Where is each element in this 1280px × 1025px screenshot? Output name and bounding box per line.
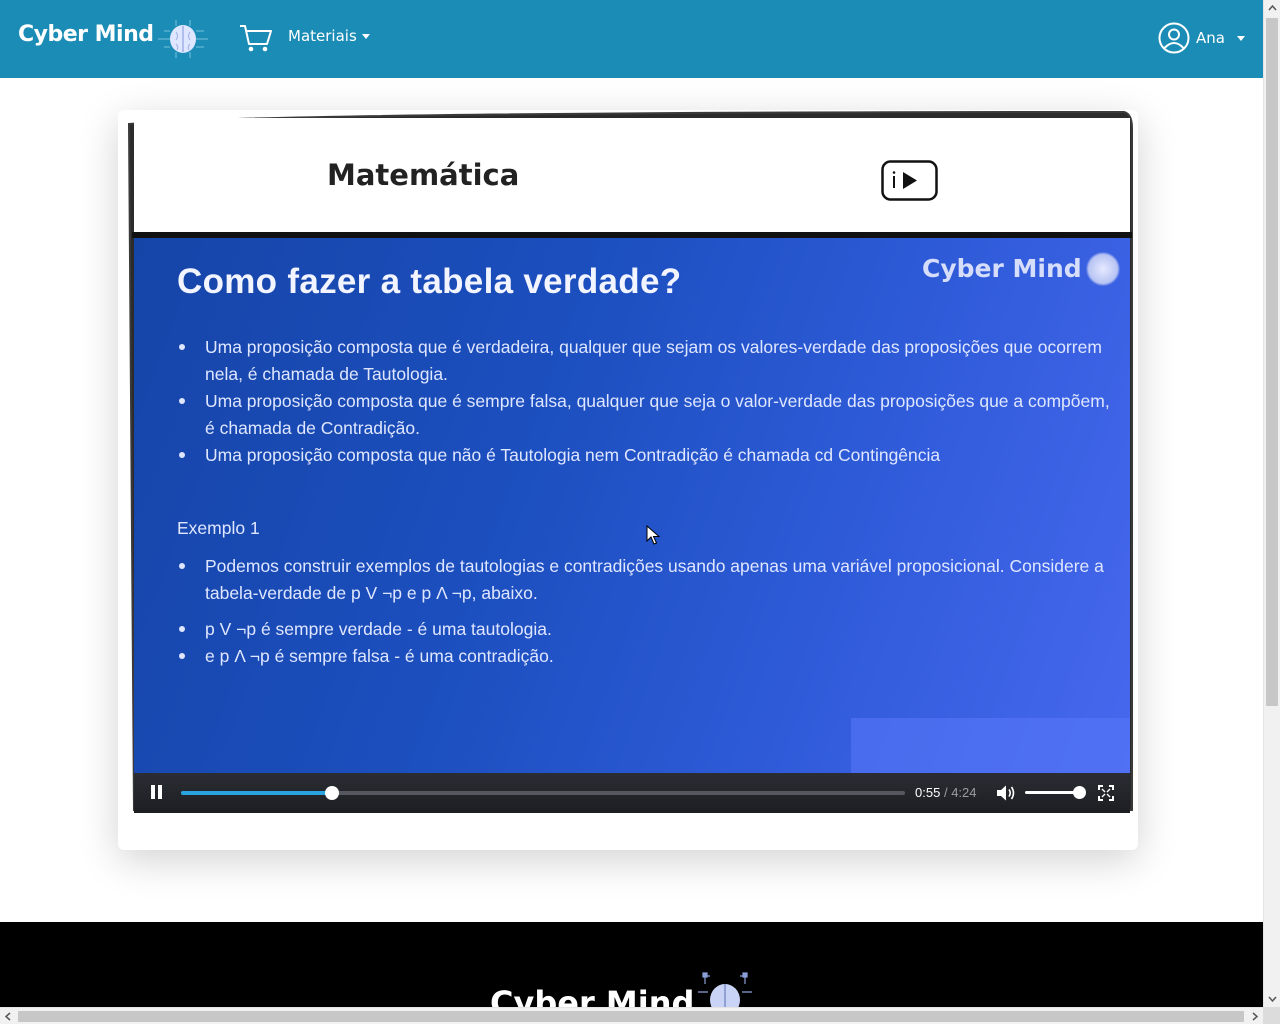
slide-brand: Cyber Mind bbox=[922, 254, 1082, 283]
fullscreen-icon[interactable] bbox=[1098, 785, 1114, 801]
video-card-header bbox=[134, 118, 1130, 232]
list-item: e p Λ ¬p é sempre falsa - é uma contradi… bbox=[177, 643, 1112, 670]
current-time: 0:55 bbox=[915, 785, 941, 800]
volume-handle[interactable] bbox=[1073, 786, 1086, 799]
vertical-scroll-thumb[interactable] bbox=[1266, 18, 1278, 706]
youtube-play-icon[interactable] bbox=[881, 160, 938, 201]
progress-fill bbox=[181, 791, 332, 795]
example-heading: Exemplo 1 bbox=[177, 518, 260, 538]
horizontal-scroll-thumb[interactable] bbox=[18, 1011, 1244, 1022]
list-item: Uma proposição composta que não é Tautol… bbox=[177, 442, 1112, 469]
user-name: Ana bbox=[1196, 29, 1225, 47]
chevron-down-icon bbox=[361, 33, 370, 39]
list-item: p V ¬p é sempre verdade - é uma tautolog… bbox=[177, 616, 1112, 643]
footer: Cyber Mind bbox=[0, 922, 1263, 1007]
slide-bullets-conclusion: p V ¬p é sempre verdade - é uma tautolog… bbox=[177, 616, 1112, 670]
duration: 4:24 bbox=[951, 785, 977, 800]
brand-name[interactable]: Cyber Mind bbox=[18, 22, 154, 47]
volume-icon[interactable] bbox=[996, 784, 1016, 802]
pause-icon bbox=[151, 785, 155, 799]
cart-icon[interactable] bbox=[238, 22, 274, 54]
materiais-label: Materiais bbox=[288, 27, 357, 45]
scroll-up-arrow-icon[interactable] bbox=[1264, 0, 1280, 17]
mouse-cursor-icon bbox=[646, 525, 660, 545]
scroll-down-arrow-icon[interactable] bbox=[1264, 990, 1280, 1007]
top-navbar: Cyber Mind Materiais Ana bbox=[0, 0, 1263, 78]
slide-bullets-example: Podemos construir exemplos de tautologia… bbox=[177, 553, 1112, 607]
list-item: Uma proposição composta que é verdadeira… bbox=[177, 334, 1112, 388]
footer-brain-logo-icon bbox=[698, 972, 752, 1007]
slide-title: Como fazer a tabela verdade? bbox=[177, 262, 682, 301]
list-item: Uma proposição composta que é sempre fal… bbox=[177, 388, 1112, 442]
vertical-scrollbar[interactable] bbox=[1263, 0, 1280, 1007]
time-separator: / bbox=[943, 785, 948, 800]
volume-slider[interactable] bbox=[1025, 786, 1086, 799]
scroll-right-arrow-icon[interactable] bbox=[1246, 1008, 1263, 1025]
scrollbar-corner bbox=[1263, 1007, 1280, 1024]
slide-corner-block bbox=[851, 718, 1130, 773]
materiais-dropdown[interactable]: Materiais bbox=[288, 27, 370, 45]
footer-brand: Cyber Mind bbox=[490, 984, 695, 1007]
horizontal-scrollbar[interactable] bbox=[0, 1007, 1263, 1024]
video-frame[interactable]: Como fazer a tabela verdade? Cyber Mind … bbox=[134, 238, 1130, 773]
chevron-down-icon bbox=[1236, 35, 1245, 41]
brain-logo-icon bbox=[158, 20, 208, 58]
progress-handle[interactable] bbox=[324, 786, 339, 800]
progress-bar[interactable] bbox=[181, 786, 905, 800]
user-menu[interactable]: Ana bbox=[1158, 22, 1245, 54]
slide-bullets-intro: Uma proposição composta que é verdadeira… bbox=[177, 334, 1112, 469]
card-title: Matemática bbox=[327, 158, 520, 192]
scroll-left-arrow-icon[interactable] bbox=[0, 1008, 17, 1025]
time-display: 0:55 / 4:24 bbox=[915, 785, 977, 800]
slide-brain-logo-icon bbox=[1086, 252, 1120, 286]
pause-button[interactable] bbox=[150, 785, 164, 801]
user-circle-icon bbox=[1158, 22, 1190, 54]
list-item: Podemos construir exemplos de tautologia… bbox=[177, 553, 1112, 607]
video-controls: 0:55 / 4:24 bbox=[134, 773, 1130, 813]
